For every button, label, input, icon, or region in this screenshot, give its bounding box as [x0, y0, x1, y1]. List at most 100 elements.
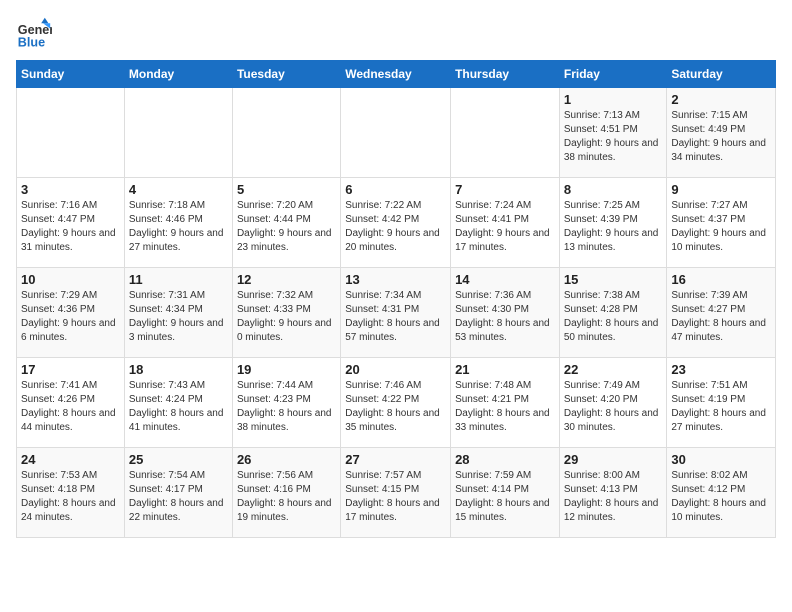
day-number: 9 [671, 182, 771, 197]
day-number: 13 [345, 272, 446, 287]
day-number: 21 [455, 362, 555, 377]
day-number: 16 [671, 272, 771, 287]
day-info: Sunrise: 7:44 AM Sunset: 4:23 PM Dayligh… [237, 379, 336, 435]
calendar-cell: 28 Sunrise: 7:59 AM Sunset: 4:14 PM Dayli… [451, 448, 560, 538]
day-number: 24 [21, 452, 120, 467]
day-info: Sunrise: 7:39 AM Sunset: 4:27 PM Dayligh… [671, 289, 771, 345]
day-info: Sunrise: 7:59 AM Sunset: 4:14 PM Dayligh… [455, 469, 555, 525]
day-info: Sunrise: 7:34 AM Sunset: 4:31 PM Dayligh… [345, 289, 446, 345]
calendar-cell: 12 Sunrise: 7:32 AM Sunset: 4:33 PM Dayli… [232, 268, 340, 358]
day-info: Sunrise: 7:43 AM Sunset: 4:24 PM Dayligh… [129, 379, 228, 435]
calendar-cell: 27Sunrise: 7:57 AM Sunset: 4:15 PM Dayli… [341, 448, 451, 538]
day-info: Sunrise: 7:48 AM Sunset: 4:21 PM Dayligh… [455, 379, 555, 435]
day-info: Sunrise: 7:29 AM Sunset: 4:36 PM Dayligh… [21, 289, 120, 345]
day-info: Sunrise: 7:46 AM Sunset: 4:22 PM Dayligh… [345, 379, 446, 435]
calendar-cell: 7 Sunrise: 7:24 AM Sunset: 4:41 PM Daylig… [451, 178, 560, 268]
day-number: 26 [237, 452, 336, 467]
page-header: General Blue [16, 16, 776, 52]
day-number: 11 [129, 272, 228, 287]
day-info: Sunrise: 7:56 AM Sunset: 4:16 PM Dayligh… [237, 469, 336, 525]
day-number: 25 [129, 452, 228, 467]
day-info: Sunrise: 7:32 AM Sunset: 4:33 PM Dayligh… [237, 289, 336, 345]
day-info: Sunrise: 7:49 AM Sunset: 4:20 PM Dayligh… [564, 379, 663, 435]
day-info: Sunrise: 7:27 AM Sunset: 4:37 PM Dayligh… [671, 199, 771, 255]
calendar-week-4: 17Sunrise: 7:41 AM Sunset: 4:26 PM Dayli… [17, 358, 776, 448]
day-info: Sunrise: 7:36 AM Sunset: 4:30 PM Dayligh… [455, 289, 555, 345]
calendar-cell: 17Sunrise: 7:41 AM Sunset: 4:26 PM Dayli… [17, 358, 125, 448]
day-number: 12 [237, 272, 336, 287]
weekday-header-sunday: Sunday [17, 61, 125, 88]
calendar-cell: 29 Sunrise: 8:00 AM Sunset: 4:13 PM Dayli… [559, 448, 667, 538]
logo: General Blue [16, 16, 52, 52]
day-number: 14 [455, 272, 555, 287]
calendar-cell: 18 Sunrise: 7:43 AM Sunset: 4:24 PM Dayli… [124, 358, 232, 448]
calendar-cell: 14 Sunrise: 7:36 AM Sunset: 4:30 PM Dayli… [451, 268, 560, 358]
day-number: 3 [21, 182, 120, 197]
calendar-cell: 1Sunrise: 7:13 AM Sunset: 4:51 PM Daylig… [559, 88, 667, 178]
day-info: Sunrise: 7:15 AM Sunset: 4:49 PM Dayligh… [671, 109, 771, 165]
day-info: Sunrise: 7:51 AM Sunset: 4:19 PM Dayligh… [671, 379, 771, 435]
calendar-cell: 15 Sunrise: 7:38 AM Sunset: 4:28 PM Dayli… [559, 268, 667, 358]
svg-text:Blue: Blue [18, 36, 45, 50]
day-number: 4 [129, 182, 228, 197]
day-number: 17 [21, 362, 120, 377]
calendar-cell: 9 Sunrise: 7:27 AM Sunset: 4:37 PM Daylig… [667, 178, 776, 268]
day-info: Sunrise: 8:00 AM Sunset: 4:13 PM Dayligh… [564, 469, 663, 525]
day-number: 2 [671, 92, 771, 107]
calendar-cell: 20 Sunrise: 7:46 AM Sunset: 4:22 PM Dayli… [341, 358, 451, 448]
day-info: Sunrise: 7:13 AM Sunset: 4:51 PM Dayligh… [564, 109, 663, 165]
calendar-cell: 24 Sunrise: 7:53 AM Sunset: 4:18 PM Dayli… [17, 448, 125, 538]
day-number: 10 [21, 272, 120, 287]
day-info: Sunrise: 7:57 AM Sunset: 4:15 PM Dayligh… [345, 469, 446, 525]
calendar-cell [17, 88, 125, 178]
calendar-cell: 26 Sunrise: 7:56 AM Sunset: 4:16 PM Dayli… [232, 448, 340, 538]
day-info: Sunrise: 7:25 AM Sunset: 4:39 PM Dayligh… [564, 199, 663, 255]
calendar-cell: 5 Sunrise: 7:20 AM Sunset: 4:44 PM Daylig… [232, 178, 340, 268]
calendar-cell: 2 Sunrise: 7:15 AM Sunset: 4:49 PM Daylig… [667, 88, 776, 178]
calendar-cell: 22Sunrise: 7:49 AM Sunset: 4:20 PM Dayli… [559, 358, 667, 448]
calendar-cell: 23 Sunrise: 7:51 AM Sunset: 4:19 PM Dayli… [667, 358, 776, 448]
day-number: 15 [564, 272, 663, 287]
day-info: Sunrise: 7:20 AM Sunset: 4:44 PM Dayligh… [237, 199, 336, 255]
calendar-cell [451, 88, 560, 178]
calendar-week-3: 10 Sunrise: 7:29 AM Sunset: 4:36 PM Dayli… [17, 268, 776, 358]
day-number: 20 [345, 362, 446, 377]
day-number: 18 [129, 362, 228, 377]
day-info: Sunrise: 7:16 AM Sunset: 4:47 PM Dayligh… [21, 199, 120, 255]
day-info: Sunrise: 7:24 AM Sunset: 4:41 PM Dayligh… [455, 199, 555, 255]
calendar-cell: 25 Sunrise: 7:54 AM Sunset: 4:17 PM Dayli… [124, 448, 232, 538]
calendar-cell: 3 Sunrise: 7:16 AM Sunset: 4:47 PM Daylig… [17, 178, 125, 268]
day-info: Sunrise: 7:38 AM Sunset: 4:28 PM Dayligh… [564, 289, 663, 345]
day-number: 6 [345, 182, 446, 197]
calendar-cell [341, 88, 451, 178]
calendar-cell: 10 Sunrise: 7:29 AM Sunset: 4:36 PM Dayli… [17, 268, 125, 358]
weekday-header-saturday: Saturday [667, 61, 776, 88]
calendar-cell [232, 88, 340, 178]
calendar-cell: 6 Sunrise: 7:22 AM Sunset: 4:42 PM Daylig… [341, 178, 451, 268]
calendar-week-5: 24 Sunrise: 7:53 AM Sunset: 4:18 PM Dayli… [17, 448, 776, 538]
weekday-header-wednesday: Wednesday [341, 61, 451, 88]
calendar-cell: 8Sunrise: 7:25 AM Sunset: 4:39 PM Daylig… [559, 178, 667, 268]
calendar-cell [124, 88, 232, 178]
logo-icon: General Blue [16, 16, 52, 52]
day-number: 28 [455, 452, 555, 467]
day-info: Sunrise: 8:02 AM Sunset: 4:12 PM Dayligh… [671, 469, 771, 525]
day-info: Sunrise: 7:53 AM Sunset: 4:18 PM Dayligh… [21, 469, 120, 525]
calendar-week-2: 3 Sunrise: 7:16 AM Sunset: 4:47 PM Daylig… [17, 178, 776, 268]
day-number: 5 [237, 182, 336, 197]
day-info: Sunrise: 7:31 AM Sunset: 4:34 PM Dayligh… [129, 289, 228, 345]
day-info: Sunrise: 7:18 AM Sunset: 4:46 PM Dayligh… [129, 199, 228, 255]
day-number: 7 [455, 182, 555, 197]
weekday-header-friday: Friday [559, 61, 667, 88]
calendar-cell: 30Sunrise: 8:02 AM Sunset: 4:12 PM Dayli… [667, 448, 776, 538]
day-number: 19 [237, 362, 336, 377]
calendar-cell: 4 Sunrise: 7:18 AM Sunset: 4:46 PM Daylig… [124, 178, 232, 268]
day-info: Sunrise: 7:54 AM Sunset: 4:17 PM Dayligh… [129, 469, 228, 525]
day-info: Sunrise: 7:22 AM Sunset: 4:42 PM Dayligh… [345, 199, 446, 255]
calendar-cell: 16 Sunrise: 7:39 AM Sunset: 4:27 PM Dayli… [667, 268, 776, 358]
weekday-header-thursday: Thursday [451, 61, 560, 88]
calendar-cell: 19 Sunrise: 7:44 AM Sunset: 4:23 PM Dayli… [232, 358, 340, 448]
day-number: 23 [671, 362, 771, 377]
day-number: 29 [564, 452, 663, 467]
calendar-cell: 21 Sunrise: 7:48 AM Sunset: 4:21 PM Dayli… [451, 358, 560, 448]
